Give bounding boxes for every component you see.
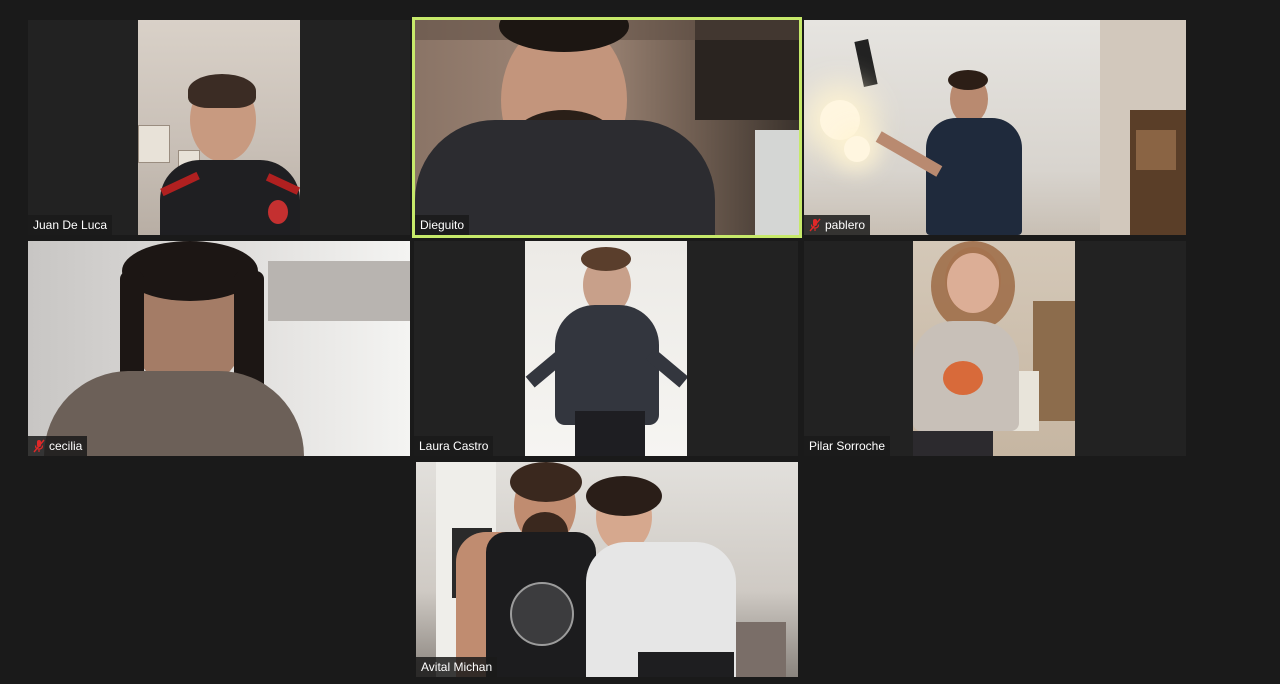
video-tile-laura-castro[interactable]: Laura Castro	[414, 241, 798, 456]
participant-name-tag: Juan De Luca	[28, 215, 113, 235]
mic-muted-icon	[809, 218, 821, 232]
participant-name-tag: Dieguito	[415, 215, 470, 235]
video-feed	[525, 241, 687, 456]
video-tile-pilar-sorroche[interactable]: Pilar Sorroche	[804, 241, 1186, 456]
participant-name-tag: Avital Michan	[416, 657, 498, 677]
video-tile-dieguito[interactable]: Dieguito	[412, 17, 802, 238]
participant-name: Laura Castro	[419, 439, 489, 453]
participant-name: Juan De Luca	[33, 218, 108, 232]
video-feed	[913, 241, 1075, 456]
participant-name: Avital Michan	[421, 660, 493, 674]
participant-name: pablero	[825, 218, 866, 232]
video-tile-pablero[interactable]: pablero	[804, 20, 1186, 235]
video-tile-avital-michan[interactable]: Avital Michan	[416, 462, 798, 677]
video-tile-cecilia[interactable]: cecilia	[28, 241, 410, 456]
gallery-view: Juan De Luca Dieguito pablero cecilia La…	[0, 0, 1280, 684]
video-feed	[28, 241, 410, 456]
participant-name-tag: Laura Castro	[414, 436, 494, 456]
participant-name: Pilar Sorroche	[809, 439, 886, 453]
video-feed	[138, 20, 300, 235]
video-feed	[415, 20, 799, 235]
participant-name-tag: Pilar Sorroche	[804, 436, 891, 456]
mic-muted-icon	[33, 439, 45, 453]
participant-name-tag: cecilia	[28, 436, 88, 456]
video-tile-juan-de-luca[interactable]: Juan De Luca	[28, 20, 410, 235]
video-feed	[416, 462, 798, 677]
participant-name-tag: pablero	[804, 215, 871, 235]
video-feed	[804, 20, 1186, 235]
participant-name: Dieguito	[420, 218, 465, 232]
participant-name: cecilia	[49, 439, 83, 453]
